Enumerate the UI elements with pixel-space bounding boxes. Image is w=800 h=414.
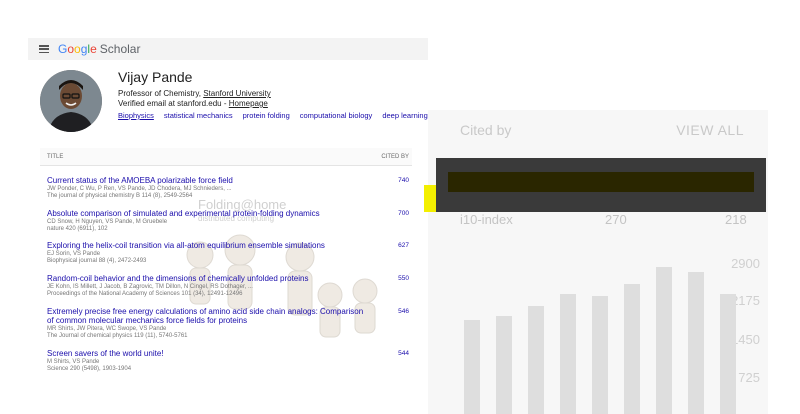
interest-link[interactable]: statistical mechanics [164, 111, 233, 120]
menu-icon[interactable] [39, 45, 49, 53]
logo-scholar-text: Scholar [99, 42, 141, 56]
paper-cited-count[interactable]: 700 [398, 210, 409, 217]
citation-bar [720, 294, 736, 414]
interest-link[interactable]: deep learning [382, 111, 427, 120]
paper-title[interactable]: Absolute comparison of simulated and exp… [47, 209, 367, 218]
paper-cited-count[interactable]: 544 [398, 350, 409, 357]
affiliation-link[interactable]: Stanford University [203, 89, 271, 98]
citation-bar [656, 267, 672, 414]
profile-email: Verified email at stanford.edu - Homepag… [118, 99, 268, 108]
paper-title[interactable]: Random-coil behavior and the dimensions … [47, 274, 367, 283]
citation-bar [464, 320, 480, 414]
y-tick: 725 [738, 370, 760, 385]
citation-bar [624, 284, 640, 414]
citation-bar [688, 272, 704, 414]
table-row: Current status of the AMOEBA polarizable… [40, 166, 412, 199]
paper-title[interactable]: Extremely precise free energy calculatio… [47, 307, 367, 325]
i10-index-all: 270 [605, 212, 627, 227]
table-row: Absolute comparison of simulated and exp… [40, 199, 412, 232]
paper-cited-count[interactable]: 627 [398, 242, 409, 249]
publications-table: TITLE CITED BY Current status of the AMO… [40, 148, 412, 375]
interest-link[interactable]: protein folding [243, 111, 290, 120]
table-row: Screen savers of the world unite! M Shir… [40, 339, 412, 375]
paper-cited-count[interactable]: 740 [398, 177, 409, 184]
table-row: Exploring the helix-coil transition via … [40, 231, 412, 264]
highlight-marker [424, 185, 436, 212]
profile-affiliation: Professor of Chemistry, Stanford Univers… [118, 89, 271, 98]
redaction-overlay [436, 158, 766, 212]
scholar-header: Google Scholar [28, 38, 428, 60]
paper-authors: M Shirts, VS Pande [47, 359, 100, 365]
homepage-link[interactable]: Homepage [229, 99, 268, 108]
citation-bar [528, 306, 544, 414]
paper-title[interactable]: Screen savers of the world unite! [47, 349, 367, 358]
y-tick: 2900 [731, 256, 760, 271]
interest-link[interactable]: computational biology [300, 111, 373, 120]
affiliation-text: Professor of Chemistry, [118, 89, 204, 98]
paper-venue: Science 290 (5498), 1903-1904 [47, 366, 132, 372]
cited-by-title: Cited by [460, 122, 512, 138]
i10-index-since: 218 [725, 212, 747, 227]
paper-cited-count[interactable]: 550 [398, 275, 409, 282]
interest-link[interactable]: Biophysics [118, 111, 154, 120]
paper-title[interactable]: Exploring the helix-coil transition via … [47, 241, 367, 250]
google-scholar-logo[interactable]: Google Scholar [58, 42, 140, 56]
paper-authors: JE Kohn, IS Millett, J Jacob, B Zagrovic… [47, 284, 253, 290]
table-row: Extremely precise free energy calculatio… [40, 297, 412, 339]
avatar [40, 70, 102, 132]
paper-title[interactable]: Current status of the AMOEBA polarizable… [47, 176, 367, 185]
citation-bar [496, 316, 512, 414]
cited-by-panel: Cited by VIEW ALL i10-index 270 218 2900… [428, 110, 768, 414]
table-header: TITLE CITED BY [40, 148, 412, 166]
email-text: Verified email at stanford.edu - [118, 99, 229, 108]
paper-authors: EJ Sorin, VS Pande [47, 251, 101, 257]
paper-cited-count[interactable]: 546 [398, 308, 409, 315]
citation-bar [592, 296, 608, 414]
citation-bar [560, 294, 576, 414]
i10-index-label: i10-index [460, 212, 513, 227]
profile-name: Vijay Pande [118, 69, 193, 85]
paper-authors: MR Shirts, JW Pitera, WC Swope, VS Pande [47, 326, 167, 332]
research-interests: Biophysics statistical mechanics protein… [118, 111, 428, 120]
column-cited-by[interactable]: CITED BY [381, 154, 409, 160]
paper-authors: JW Ponder, C Wu, P Ren, VS Pande, JD Cho… [47, 186, 232, 192]
paper-authors: CD Snow, H Nguyen, VS Pande, M Gruebele [47, 219, 168, 225]
column-title[interactable]: TITLE [47, 154, 63, 160]
view-all-button[interactable]: VIEW ALL [676, 122, 744, 138]
table-row: Random-coil behavior and the dimensions … [40, 264, 412, 297]
